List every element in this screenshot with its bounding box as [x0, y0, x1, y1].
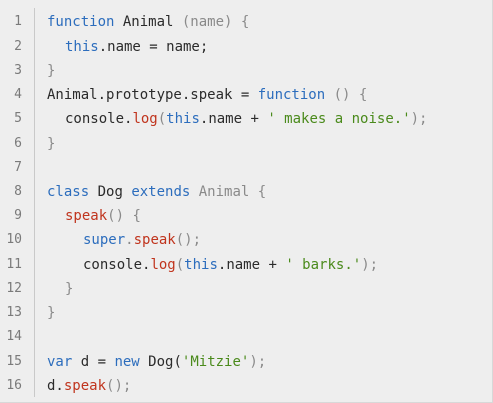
identifier-token: Dog( — [139, 354, 182, 370]
line-number-gutter: 1 2 3 4 5 6 7 8 9 10 11 12 13 14 15 16 — [0, 0, 34, 403]
code-line[interactable]: console.log(this.name + ' barks.'); — [83, 257, 378, 273]
identifier-token: Animal.prototype.speak = — [47, 87, 258, 103]
punctuation-token: Animal { — [190, 184, 267, 200]
code-line[interactable]: } — [47, 63, 55, 79]
line-number: 11 — [6, 257, 22, 272]
punctuation-token: ( — [175, 257, 185, 273]
punctuation-token: ); — [410, 111, 428, 127]
identifier-token: Dog — [89, 184, 132, 200]
punctuation-token: } — [65, 281, 74, 297]
line-number: 6 — [14, 136, 22, 151]
line-number: 14 — [6, 329, 22, 344]
code-line[interactable]: speak() { — [65, 208, 141, 224]
code-line[interactable]: Animal.prototype.speak = function () { — [47, 87, 367, 103]
punctuation-token: () { — [107, 208, 141, 224]
line-number: 1 — [14, 14, 22, 29]
code-line[interactable]: super.speak(); — [83, 232, 201, 248]
punctuation-token: ( — [157, 111, 167, 127]
keyword-token: var — [47, 354, 73, 370]
punctuation-token: } — [47, 305, 56, 321]
line-number: 13 — [6, 305, 22, 320]
line-number: 12 — [6, 281, 22, 296]
code-line[interactable]: console.log(this.name + ' makes a noise.… — [65, 111, 427, 127]
identifier-token: console. — [65, 111, 133, 127]
punctuation-token: (name) { — [181, 14, 250, 30]
punctuation-token: } — [47, 63, 56, 79]
method-token: log — [150, 257, 176, 273]
identifier-token: d. — [47, 378, 64, 394]
code-line[interactable]: function Animal (name) { — [47, 14, 249, 30]
method-token: speak — [65, 208, 108, 224]
string-token: 'Mitzie' — [181, 354, 250, 370]
line-number: 3 — [14, 63, 22, 78]
line-number: 16 — [6, 378, 22, 393]
code-line[interactable]: var d = new Dog('Mitzie'); — [47, 354, 266, 370]
keyword-token: new — [114, 354, 140, 370]
keyword-token: this — [184, 257, 218, 273]
identifier-token: .name + — [217, 257, 286, 273]
code-line[interactable]: } — [47, 305, 55, 321]
punctuation-token: . — [125, 232, 134, 248]
line-number: 9 — [14, 208, 22, 223]
punctuation-token: ); — [361, 257, 379, 273]
method-token: speak — [133, 232, 176, 248]
punctuation-token: () { — [325, 87, 368, 103]
keyword-token: this — [166, 111, 200, 127]
identifier-token: .name = name; — [98, 39, 209, 55]
keyword-token: this — [65, 39, 99, 55]
line-number: 15 — [6, 354, 22, 369]
identifier-token: Animal — [114, 14, 182, 30]
string-token: ' makes a noise.' — [267, 111, 411, 127]
code-line[interactable]: } — [65, 281, 73, 297]
line-number: 2 — [14, 39, 22, 54]
code-line[interactable]: d.speak(); — [47, 378, 131, 394]
keyword-token: extends — [131, 184, 191, 200]
identifier-token: d = — [72, 354, 115, 370]
identifier-token: .name + — [199, 111, 268, 127]
keyword-token: function — [47, 14, 115, 30]
code-line[interactable]: class Dog extends Animal { — [47, 184, 266, 200]
line-number: 10 — [6, 232, 22, 247]
method-token: log — [132, 111, 158, 127]
code-editor[interactable]: 1 2 3 4 5 6 7 8 9 10 11 12 13 14 15 16 f… — [0, 0, 493, 403]
string-token: ' barks.' — [285, 257, 362, 273]
line-number: 5 — [14, 111, 22, 126]
line-number: 8 — [14, 184, 22, 199]
line-number: 7 — [14, 160, 22, 175]
line-number: 4 — [14, 87, 22, 102]
method-token: speak — [63, 378, 107, 394]
code-line[interactable]: } — [47, 136, 55, 152]
keyword-token: function — [257, 87, 326, 103]
gutter-divider — [34, 8, 35, 397]
punctuation-token: } — [47, 136, 56, 152]
punctuation-token: ); — [249, 354, 267, 370]
punctuation-token: (); — [175, 232, 202, 248]
punctuation-token: (); — [106, 378, 132, 394]
code-line[interactable]: this.name = name; — [65, 39, 208, 55]
keyword-token: class — [47, 184, 90, 200]
identifier-token: console. — [83, 257, 151, 273]
keyword-token: super — [83, 232, 126, 248]
